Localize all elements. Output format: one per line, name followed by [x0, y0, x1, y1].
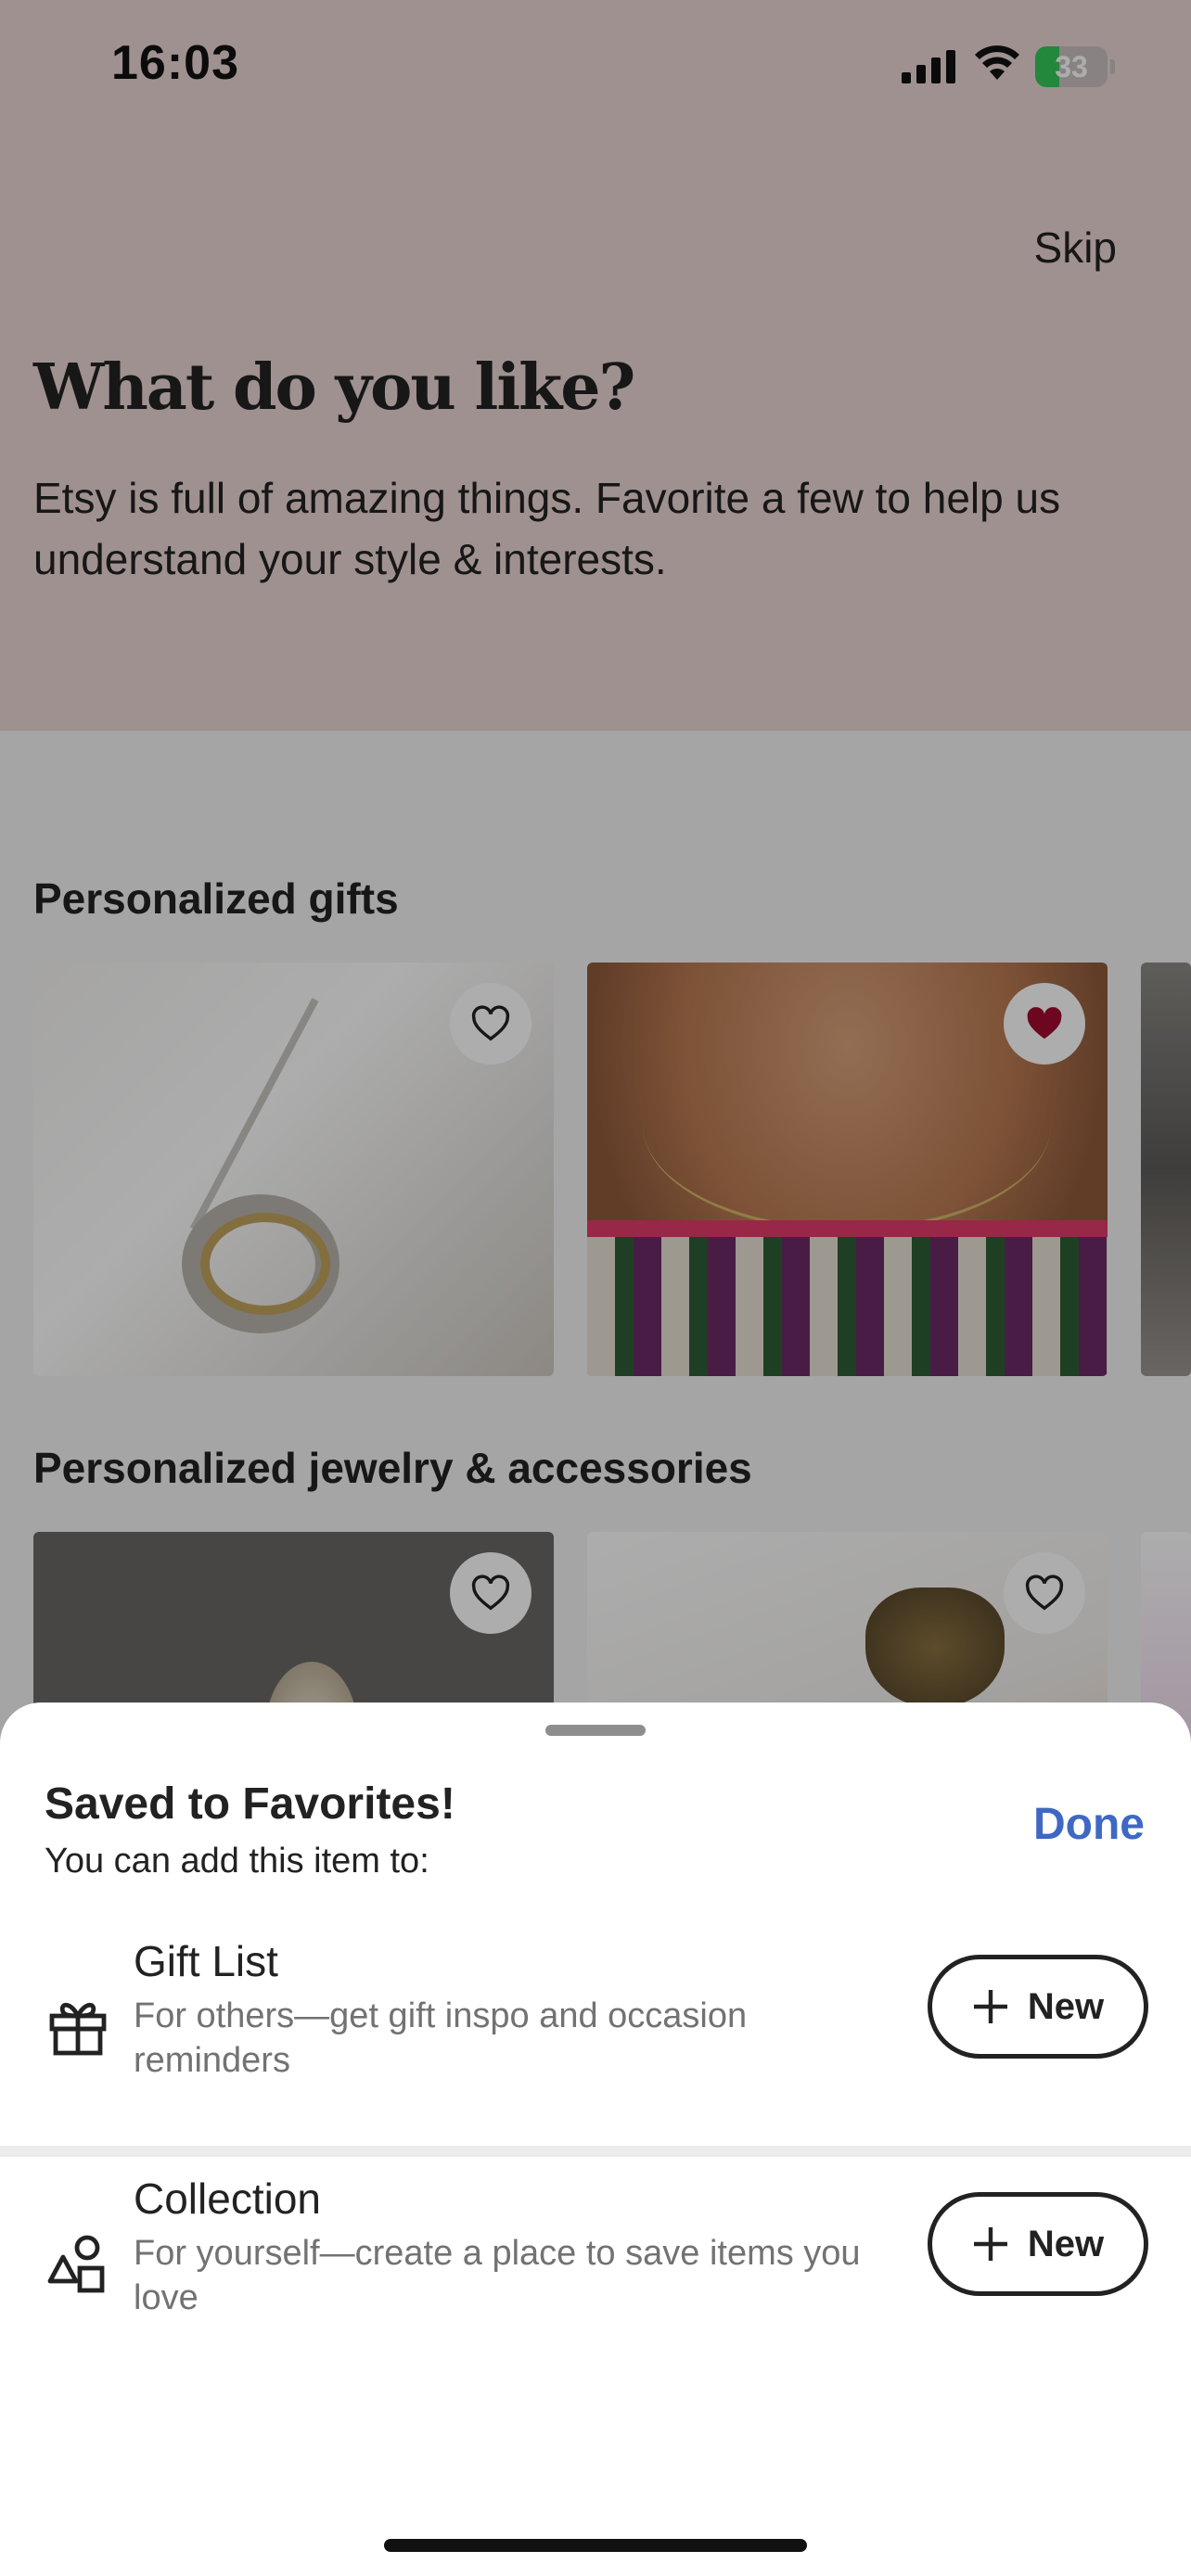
- gift-list-option[interactable]: Gift List For others—get gift inspo and …: [0, 1936, 1191, 2122]
- collection-description: For yourself—create a place to save item…: [134, 2234, 861, 2317]
- sheet-drag-handle[interactable]: [545, 1725, 646, 1736]
- sheet-subtitle: You can add this item to:: [45, 1842, 429, 1881]
- divider: [0, 2146, 1191, 2157]
- new-collection-button[interactable]: New: [928, 2192, 1148, 2296]
- collection-option[interactable]: Collection For yourself—create a place t…: [0, 2174, 1191, 2359]
- new-gift-list-button[interactable]: New: [928, 1955, 1148, 2059]
- saved-to-favorites-sheet: Saved to Favorites! You can add this ite…: [0, 1702, 1191, 2576]
- new-button-label: New: [1027, 2223, 1105, 2264]
- done-button[interactable]: Done: [1033, 1799, 1145, 1850]
- gift-list-title: Gift List: [134, 1937, 278, 1985]
- sheet-title: Saved to Favorites!: [45, 1779, 455, 1829]
- gift-list-description: For others—get gift inspo and occasion r…: [134, 1996, 748, 2080]
- collection-title: Collection: [134, 2174, 321, 2223]
- home-indicator[interactable]: [384, 2539, 807, 2552]
- new-button-label: New: [1027, 1985, 1105, 2027]
- plus-icon: [973, 1990, 1007, 2023]
- shapes-icon: [47, 2235, 105, 2293]
- plus-icon: [973, 2227, 1007, 2261]
- gift-icon: [49, 2002, 107, 2056]
